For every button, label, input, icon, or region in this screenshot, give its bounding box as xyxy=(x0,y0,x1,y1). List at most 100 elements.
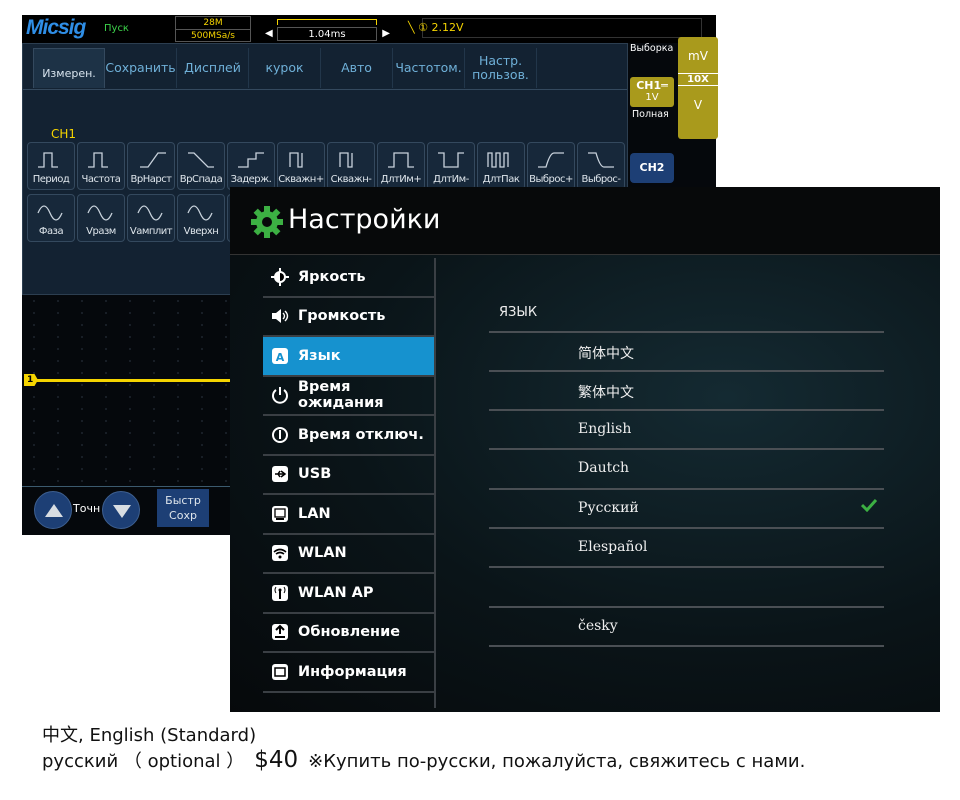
settings-menu-item[interactable]: Громкость xyxy=(263,298,435,337)
measure-4-button[interactable]: ВрСпада xyxy=(177,142,225,190)
shutdown-icon xyxy=(271,426,289,444)
measure-3-button[interactable]: ВрНарст xyxy=(127,142,175,190)
measure-5-button[interactable]: Задерж. xyxy=(227,142,275,190)
measure-11-button[interactable]: Выброс+ xyxy=(527,142,575,190)
settings-menu: Яркость Громкость A Язык Время ожидания Время… xyxy=(263,258,435,693)
measure-12-button[interactable]: Выброс- xyxy=(577,142,625,190)
caption-line-1: 中文, English (Standard) xyxy=(42,725,257,746)
tab-save[interactable]: Сохранить xyxy=(105,48,177,88)
waveform-grid xyxy=(22,295,232,487)
tab-trigger[interactable]: курок xyxy=(249,48,321,88)
down-button[interactable] xyxy=(102,491,140,529)
settings-menu-item[interactable]: A Язык xyxy=(263,337,435,377)
unit-mv[interactable]: mV xyxy=(678,37,718,63)
fine-label: Точн xyxy=(73,502,101,515)
measure-waveform-icon xyxy=(87,205,113,221)
settings-menu-item[interactable]: WLAN AP xyxy=(263,574,435,614)
tab-user-settings[interactable]: Настр. пользов. xyxy=(465,48,537,88)
bandwidth-label: Полная xyxy=(632,109,669,120)
divider xyxy=(434,258,436,708)
measure-label: Выброс+ xyxy=(529,174,573,185)
language-option[interactable]: 繁体中文 xyxy=(489,372,884,412)
settings-menu-item[interactable]: Время отключ. xyxy=(263,416,435,456)
timebase-position-bar xyxy=(277,19,377,25)
check-icon xyxy=(861,498,877,512)
trigger-level: ① 2.12V xyxy=(418,21,464,34)
ch1-button[interactable]: CH1═ 1V xyxy=(630,77,674,107)
settings-menu-item[interactable]: LAN xyxy=(263,495,435,535)
menu-item-label: LAN xyxy=(298,505,331,522)
status-bar: Micsig Пуск 28M 500MSa/s ◀ 1.04ms ▶ ╲ ① 2… xyxy=(22,15,716,43)
measure-waveform-icon xyxy=(588,152,614,168)
language-label: Dautch xyxy=(578,460,630,477)
measure-2-button[interactable]: Частота xyxy=(77,142,125,190)
measure-9-button[interactable]: ДлтИм- xyxy=(427,142,475,190)
measure-label: ДлтПак xyxy=(482,174,520,185)
measure-label: Vразм xyxy=(86,226,116,237)
measure-label: Скважн+ xyxy=(278,174,324,185)
ch1-scale: 1V xyxy=(645,92,659,103)
measure-label: Vамплит xyxy=(129,226,173,237)
ch1-trace xyxy=(34,379,230,382)
tab-auto[interactable]: Авто xyxy=(321,48,393,88)
language-option[interactable]: Русский xyxy=(489,490,884,529)
settings-dialog: Настройки Яркость Громкость A Язык Время ожи… xyxy=(230,187,940,712)
settings-menu-item[interactable]: Время ожидания xyxy=(263,377,435,416)
language-option[interactable]: English xyxy=(489,411,884,451)
lan-icon xyxy=(271,505,289,523)
measure-2-button[interactable]: Vразм xyxy=(77,194,125,242)
menu-item-label: Язык xyxy=(298,347,341,364)
measure-6-button[interactable]: Скважн+ xyxy=(277,142,325,190)
left-arrow-icon[interactable]: ◀ xyxy=(265,28,273,39)
tab-display[interactable]: Дисплей xyxy=(177,48,249,88)
run-state[interactable]: Пуск xyxy=(104,23,129,34)
language-option[interactable] xyxy=(489,568,884,608)
measure-waveform-icon xyxy=(339,152,353,168)
settings-menu-item[interactable]: Яркость xyxy=(263,258,435,298)
price: $40 xyxy=(254,747,299,773)
measure-1-button[interactable]: Период xyxy=(27,142,75,190)
menu-item-label: Время ожидания xyxy=(298,379,384,412)
ch2-button[interactable]: CH2 xyxy=(630,153,674,183)
caption: 中文, English (Standard) русский （ optiona… xyxy=(42,724,805,774)
tab-counter[interactable]: Частотом. xyxy=(393,48,465,88)
measure-waveform-icon xyxy=(137,205,163,221)
settings-header: Настройки xyxy=(230,187,940,255)
settings-menu-item[interactable]: Информация xyxy=(263,653,435,693)
acquisition-info[interactable]: 28M 500MSa/s xyxy=(175,16,251,42)
measure-4-button[interactable]: Vверхн xyxy=(177,194,225,242)
measure-waveform-icon xyxy=(37,205,63,221)
language-option[interactable]: česky xyxy=(489,608,884,647)
settings-menu-item[interactable]: Обновление xyxy=(263,614,435,653)
quick-save-button[interactable]: Быстр Сохр xyxy=(157,489,209,527)
settings-menu-item[interactable]: USB xyxy=(263,456,435,495)
language-option[interactable]: 简体中文 xyxy=(489,333,884,372)
menu-item-label: Обновление xyxy=(298,624,401,641)
unit-selector[interactable]: mV 10X V xyxy=(678,37,718,139)
measure-3-button[interactable]: Vамплит xyxy=(127,194,175,242)
sample-rate: 500MSa/s xyxy=(191,31,235,41)
measure-1-button[interactable]: Фаза xyxy=(27,194,75,242)
menu-item-label: Информация xyxy=(298,663,407,680)
language-icon: A xyxy=(271,347,289,365)
right-arrow-icon[interactable]: ▶ xyxy=(382,28,390,39)
measure-label: Период xyxy=(32,174,70,185)
probe-ratio[interactable]: 10X xyxy=(678,73,718,86)
trigger-box[interactable] xyxy=(422,18,702,38)
tab-measure[interactable]: Измерен. xyxy=(33,48,105,88)
language-option[interactable]: Dautch xyxy=(489,450,884,490)
settings-menu-item[interactable]: WLAN xyxy=(263,535,435,574)
memory-depth: 28M xyxy=(176,17,250,30)
measure-8-button[interactable]: ДлтИм+ xyxy=(377,142,425,190)
unit-v[interactable]: V xyxy=(678,86,718,112)
measure-7-button[interactable]: Скважн- xyxy=(327,142,375,190)
measure-10-button[interactable]: ДлтПак xyxy=(477,142,525,190)
measure-label: Выброс- xyxy=(581,174,622,185)
up-button[interactable] xyxy=(34,491,72,529)
timebase[interactable]: ◀ 1.04ms ▶ xyxy=(265,17,390,41)
language-header: ЯЗЫК xyxy=(489,293,884,333)
measure-waveform-icon xyxy=(88,152,108,168)
measure-label: Скважн- xyxy=(330,174,372,185)
svg-text:A: A xyxy=(276,351,285,364)
language-option[interactable]: Elespañol xyxy=(489,529,884,569)
